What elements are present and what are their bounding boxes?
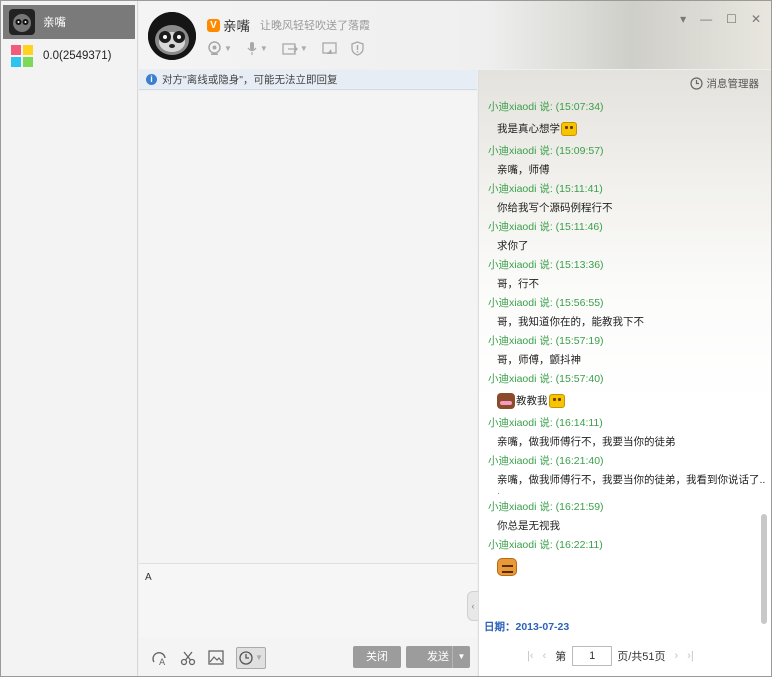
close-button[interactable]: 关闭: [353, 646, 401, 668]
message-item: 小迪xiaodi 说: (15:13:36) 哥，行不: [479, 258, 759, 296]
message-item: 小迪xiaodi 说: (15:09:57) 亲嘴，师傅: [479, 144, 759, 182]
history-pager: |‹ ‹ 第 1 页/共51页 › ›|: [527, 646, 694, 666]
screenshot-scissors-icon[interactable]: [180, 650, 196, 666]
video-call-icon[interactable]: ▼: [207, 41, 232, 56]
message-item: 小迪xiaodi 说: (15:11:46) 求你了: [479, 220, 759, 258]
message-meta: 小迪xiaodi 说: (15:56:55): [488, 297, 604, 309]
message-meta: 小迪xiaodi 说: (16:21:40): [488, 455, 604, 467]
maximize-icon[interactable]: ☐: [726, 12, 737, 26]
remote-assist-icon[interactable]: [322, 41, 337, 56]
message-meta: 小迪xiaodi 说: (16:22:11): [488, 539, 603, 551]
send-options-dropdown[interactable]: ▼: [452, 646, 470, 668]
message-item: 小迪xiaodi 说: (15:57:40) 教教我: [479, 372, 759, 416]
contact-list: 亲嘴 0.0(2549371): [1, 1, 138, 676]
message-item: 小迪xiaodi 说: (16:21:59) 你总是无视我: [479, 500, 759, 538]
message-item: 小迪xiaodi 说: (16:14:11) 亲嘴，做我师傅行不，我要当你的徒弟: [479, 416, 759, 454]
clock-icon: [689, 77, 703, 90]
chevron-down-icon: ▼: [255, 653, 263, 662]
message-text: 亲嘴，做我师傅行不，我要当你的徒弟: [497, 436, 676, 448]
emoji-icon: [561, 122, 577, 136]
input-toolbar: A ▼ 关闭 发送 ▼: [139, 639, 477, 676]
file-transfer-icon[interactable]: ▼: [282, 42, 308, 56]
contact-name: 亲嘴: [43, 17, 66, 29]
history-scrollbar[interactable]: [761, 514, 767, 624]
voice-call-icon[interactable]: ▼: [246, 41, 268, 56]
message-text: 哥，行不: [497, 278, 539, 290]
offline-notice: i 对方"离线或隐身"，可能无法立即回复: [139, 70, 477, 90]
message-manager-label: 消息管理器: [706, 78, 760, 90]
notice-text: 对方"离线或隐身"，可能无法立即回复: [162, 74, 338, 86]
contact-avatar: [9, 9, 35, 35]
svg-text:A: A: [159, 658, 166, 666]
next-page-icon[interactable]: ›: [675, 650, 679, 662]
message-meta: 小迪xiaodi 说: (16:21:59): [488, 501, 604, 513]
message-text: [488, 552, 759, 582]
message-item: 小迪xiaodi 说: (16:22:11): [479, 538, 759, 582]
emoji-icon: [497, 393, 515, 409]
history-date: 日期：2013-07-23: [484, 621, 570, 633]
window-controls: ▾ — ☐ ✕: [680, 12, 761, 26]
emoji-icon: [548, 394, 565, 408]
message-meta: 小迪xiaodi 说: (15:07:34): [488, 101, 604, 113]
chat-header: V 亲嘴 让晚风轻轻吹送了落霞 ▼ ▼ ▼ ▾ — ☐ ✕: [139, 1, 771, 69]
message-item: 小迪xiaodi 说: (15:56:55) 哥，我知道你在的，能教我下不: [479, 296, 759, 334]
menu-dropdown-icon[interactable]: ▾: [680, 12, 686, 26]
vip-icon: V: [207, 18, 220, 32]
message-text: 我是真心想学: [488, 114, 759, 144]
chat-avatar[interactable]: [148, 12, 196, 60]
message-text: 哥，我知道你在的，能教我下不: [497, 316, 644, 328]
message-text: 教教我: [488, 386, 759, 416]
message-item: 小迪xiaodi 说: (15:57:19) 哥，师傅，颤抖神: [479, 334, 759, 372]
contact-avatar: [9, 43, 35, 69]
minimize-icon[interactable]: —: [700, 12, 712, 26]
input-text: A: [145, 572, 152, 583]
message-meta: 小迪xiaodi 说: (16:14:11): [488, 417, 603, 429]
send-button[interactable]: 发送 ▼: [406, 646, 470, 668]
message-continuation: ·: [497, 488, 501, 499]
message-text: 求你了: [497, 240, 529, 252]
emoji-icon: [497, 558, 517, 576]
message-item: 小迪xiaodi 说: (16:21:40) 亲嘴，做我师傅行不，我要当你的徒弟…: [479, 454, 766, 500]
prev-page-icon[interactable]: ‹: [543, 650, 547, 662]
message-text: 亲嘴，师傅: [497, 164, 550, 176]
info-icon: i: [146, 74, 157, 85]
message-text: 哥，师傅，颤抖神: [497, 354, 581, 366]
message-meta: 小迪xiaodi 说: (15:11:41): [488, 183, 603, 195]
contact-nickname: 亲嘴: [223, 19, 250, 34]
message-item: 小迪xiaodi 说: (15:07:34) 我是真心想学: [479, 100, 759, 144]
message-meta: 小迪xiaodi 说: (15:11:46): [488, 221, 603, 233]
message-meta: 小迪xiaodi 说: (15:57:40): [488, 373, 604, 385]
message-input[interactable]: A: [139, 563, 477, 638]
contact-item[interactable]: 0.0(2549371): [3, 39, 135, 73]
page-number-input[interactable]: 1: [572, 646, 613, 666]
close-icon[interactable]: ✕: [751, 12, 761, 26]
message-item: 小迪xiaodi 说: (15:11:41) 你给我写个源码例程行不: [479, 182, 759, 220]
message-text: 你总是无视我: [497, 520, 560, 532]
page-suffix: 页/共51页: [617, 651, 666, 663]
font-icon[interactable]: A: [151, 649, 168, 666]
message-list: 小迪xiaodi 说: (15:07:34) 我是真心想学 小迪xiaodi 说…: [479, 100, 766, 582]
page-prefix: 第: [555, 651, 567, 663]
header-title-row: V 亲嘴 让晚风轻轻吹送了落霞: [207, 15, 370, 35]
message-manager-header[interactable]: 消息管理器: [689, 76, 760, 91]
message-meta: 小迪xiaodi 说: (15:13:36): [488, 259, 604, 271]
history-clock-icon[interactable]: ▼: [236, 646, 266, 669]
message-manager: 消息管理器 小迪xiaodi 说: (15:07:34) 我是真心想学 小迪xi…: [478, 70, 771, 676]
contact-item-active[interactable]: 亲嘴: [3, 5, 135, 39]
first-page-icon[interactable]: |‹: [527, 650, 534, 662]
message-text: 亲嘴，做我师傅行不，我要当你的徒弟，我看到你说话了..: [497, 474, 766, 486]
contact-signature: 让晚风轻轻吹送了落霞: [260, 20, 370, 32]
contact-name: 0.0(2549371): [43, 50, 112, 62]
last-page-icon[interactable]: ›|: [687, 650, 694, 662]
shield-icon[interactable]: [351, 41, 364, 56]
message-text: 你给我写个源码例程行不: [497, 202, 613, 214]
message-meta: 小迪xiaodi 说: (15:57:19): [488, 335, 604, 347]
message-meta: 小迪xiaodi 说: (15:09:57): [488, 145, 604, 157]
chat-window: 亲嘴 0.0(2549371) V 亲嘴 让晚风轻轻吹送了落霞 ▼ ▼ ▼ ▾ …: [0, 0, 772, 677]
image-icon[interactable]: [208, 650, 224, 665]
chat-toolbar: ▼ ▼ ▼: [207, 41, 378, 56]
